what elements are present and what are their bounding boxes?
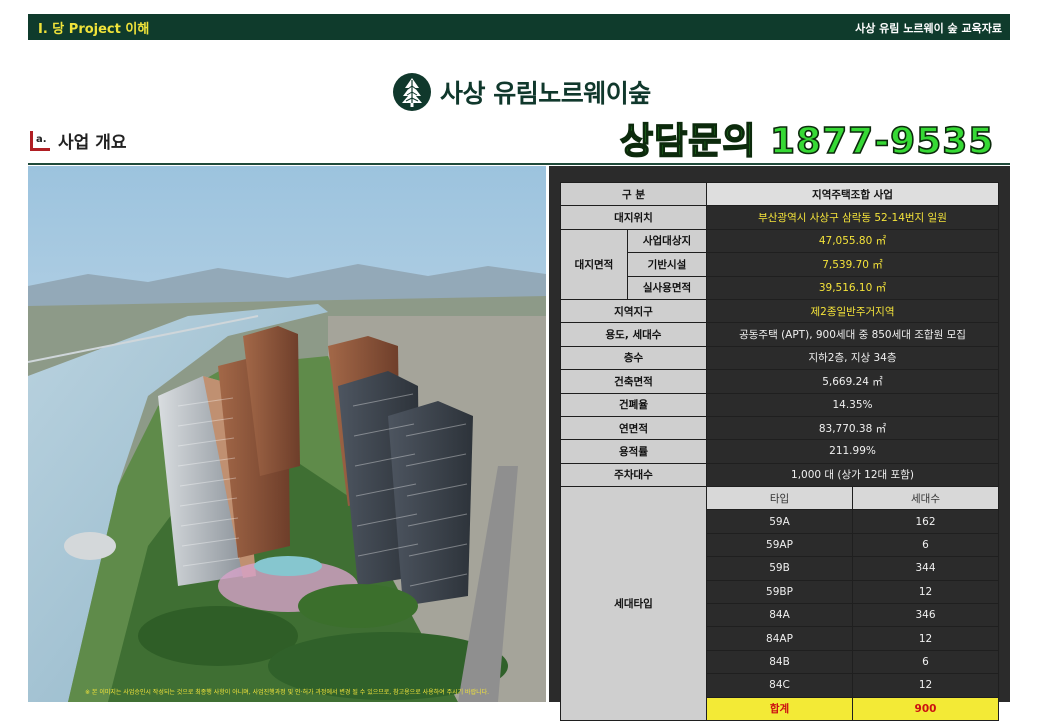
row-value: 5,669.24 ㎡ [706, 369, 999, 394]
row-value: 부산광역시 사상구 삼락동 52-14번지 일원 [706, 205, 999, 230]
brand-name: 사상 유림노르웨이숲 [440, 79, 651, 108]
type-count: 6 [852, 532, 999, 558]
row-value: 83,770.38 ㎡ [706, 415, 999, 441]
row-value: 39,516.10 ㎡ [706, 275, 999, 300]
types-header-count: 세대수 [852, 486, 999, 511]
type-count: 346 [852, 603, 999, 628]
row-label: 층수 [560, 345, 707, 371]
type-count: 12 [852, 673, 999, 698]
row-value: 14.35% [706, 392, 999, 417]
section-marker-icon: a. [30, 130, 50, 151]
type-name: 84B [706, 649, 853, 675]
table-row: 대지면적 사업대상지 47,055.80 ㎡ [560, 228, 999, 300]
row-label: 용도, 세대수 [560, 322, 707, 347]
row-label: 건폐율 [560, 392, 707, 417]
row-value: 1,000 대 (상가 12대 포함) [706, 462, 999, 488]
apartment-rendering: ※ 본 이미지는 사업승인시 작성되는 것으로 최종행 사항이 아니며, 사업진… [28, 166, 546, 702]
group-label-site: 대지면적 [560, 228, 628, 300]
table-row: 대지위치 부산광역시 사상구 삼락동 52-14번지 일원 [560, 205, 999, 230]
type-count: 6 [852, 649, 999, 675]
top-header-bar: Ⅰ. 당 Project 이해 사상 유림 노르웨이 숲 교육자료 [28, 14, 1010, 40]
row-value: 지하2층, 지상 34층 [706, 345, 999, 371]
type-name: 84C [706, 673, 853, 698]
type-name: 59BP [706, 579, 853, 605]
consultation-phone: 상담문의 1877-9535 [619, 120, 995, 163]
section-heading: a. 사업 개요 [30, 128, 126, 153]
row-label: 실사용면적 [627, 275, 707, 300]
type-name: 59A [706, 509, 853, 534]
type-count: 12 [852, 626, 999, 651]
row-label: 대지위치 [560, 205, 707, 230]
table-row: 연면적 83,770.38 ㎡ [560, 415, 999, 441]
total-label: 합계 [706, 696, 853, 721]
table-header-row: 구 분 지역주택조합 사업 [560, 181, 999, 207]
row-label: 기반시설 [627, 252, 707, 277]
type-name: 84AP [706, 626, 853, 651]
project-spec-table: 구 분 지역주택조합 사업 대지위치 부산광역시 사상구 삼락동 52-14번지… [560, 181, 999, 721]
tree-icon [393, 73, 431, 111]
type-name: 84A [706, 603, 853, 628]
table-row: 지역지구 제2종일반주거지역 [560, 298, 999, 324]
types-header-type: 타입 [706, 486, 853, 511]
table-row: 층수 지하2층, 지상 34층 [560, 345, 999, 371]
type-count: 344 [852, 556, 999, 581]
section-title: 사업 개요 [58, 133, 127, 153]
types-header-row: 세대타입 타입 세대수 [560, 486, 999, 721]
type-count: 162 [852, 509, 999, 534]
document-title: 사상 유림 노르웨이 숲 교육자료 [855, 22, 1002, 35]
row-label: 연면적 [560, 415, 707, 441]
row-label: 건축면적 [560, 369, 707, 394]
type-count: 12 [852, 579, 999, 605]
spec-panel: 구 분 지역주택조합 사업 대지위치 부산광역시 사상구 삼락동 52-14번지… [549, 166, 1010, 721]
image-disclaimer: ※ 본 이미지는 사업승인시 작성되는 것으로 최종행 사항이 아니며, 사업진… [84, 689, 490, 696]
divider [28, 163, 1010, 165]
row-label: 주차대수 [560, 462, 707, 488]
section-label: Ⅰ. 당 Project 이해 [38, 22, 150, 37]
row-value: 제2종일반주거지역 [706, 298, 999, 324]
brand-logo: 사상 유림노르웨이숲 [392, 70, 651, 114]
total-count: 900 [852, 696, 999, 721]
table-row: 주차대수 1,000 대 (상가 12대 포함) [560, 462, 999, 488]
type-name: 59B [706, 556, 853, 581]
section-marker-letter: a. [36, 133, 47, 145]
row-label: 용적률 [560, 439, 707, 464]
row-label: 지역지구 [560, 298, 707, 324]
header-value: 지역주택조합 사업 [706, 181, 999, 207]
row-value: 7,539.70 ㎡ [706, 252, 999, 277]
table-row: 건축면적 5,669.24 ㎡ [560, 369, 999, 394]
group-label-types: 세대타입 [560, 486, 707, 721]
table-row: 용적률 211.99% [560, 439, 999, 464]
table-row: 용도, 세대수 공동주택 (APT), 900세대 중 850세대 조합원 모집 [560, 322, 999, 347]
row-value: 공동주택 (APT), 900세대 중 850세대 조합원 모집 [706, 322, 999, 347]
type-name: 59AP [706, 532, 853, 558]
row-value: 47,055.80 ㎡ [706, 228, 999, 254]
row-value: 211.99% [706, 439, 999, 464]
table-row: 건폐율 14.35% [560, 392, 999, 417]
header-label: 구 분 [560, 181, 707, 207]
row-label: 사업대상지 [627, 228, 707, 254]
